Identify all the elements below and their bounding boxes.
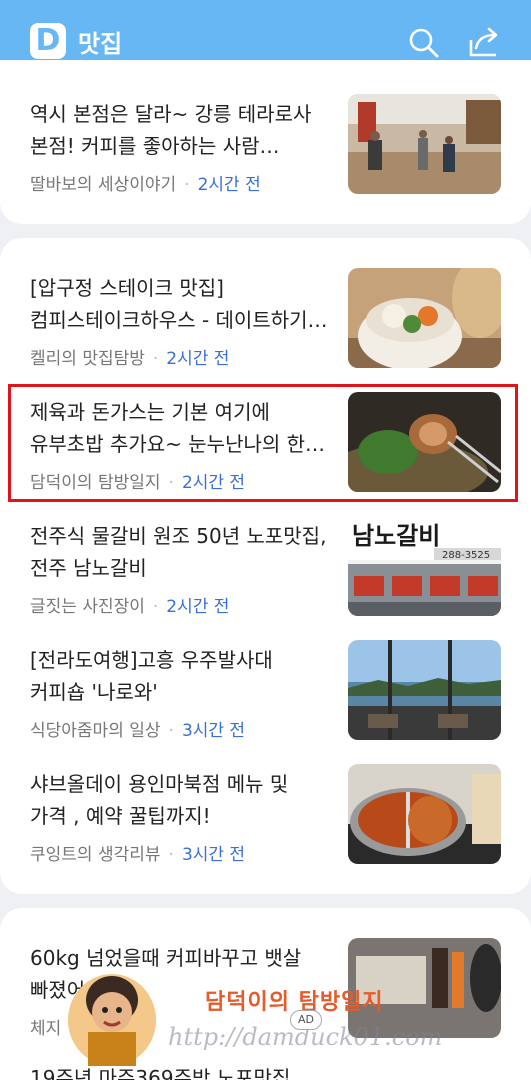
article-title[interactable]: [전라도여행]고흥 우주발사대 커피숍 '나로와' [30,644,330,708]
separator-dot: · [184,175,190,195]
separator-dot: · [152,349,159,369]
thumb-phone-text: 288-3525 [442,550,490,561]
list-item[interactable]: 샤브올데이 용인마북점 메뉴 및 가격 , 예약 꿀팁까지! 쿠잉트의 생각리뷰… [0,764,531,888]
article-meta: 켈리의 맛집탐방 · 2시간 전 [30,344,229,369]
article-meta: 체지 [30,1014,61,1039]
article-meta: 담덕이의 탐방일지 · 2시간 전 [30,468,245,493]
separator-dot: · [168,721,174,741]
thumb-sign-text: 남노갈비 [352,522,440,550]
separator-dot: · [152,597,159,617]
article-source: 딸바보의 세상이야기 [30,175,177,195]
article-title[interactable]: 샤브올데이 용인마북점 메뉴 및 가격 , 예약 꿀팁까지! [30,768,330,832]
article-time: 3시간 전 [181,845,246,865]
article-thumbnail[interactable] [348,764,501,864]
list-item[interactable]: 제육과 돈가스는 기본 여기에 유부초밥 추가요~ 눈누난나의 한… 담덕이의 … [0,392,531,516]
ad-badge[interactable]: AD [290,1010,322,1030]
article-time: 2시간 전 [166,597,230,617]
article-time: 2시간 전 [181,473,246,493]
avatar [68,974,156,1066]
article-thumbnail[interactable]: 남노갈비 288-3525 [348,516,501,616]
article-meta: 딸바보의 세상이야기 · 2시간 전 [30,170,261,195]
article-meta: 쿠잉트의 생각리뷰 · 3시간 전 [30,840,245,865]
article-time: 2시간 전 [166,349,230,369]
app-logo[interactable]: D [30,23,66,59]
article-source: 켈리의 맛집탐방 [30,349,145,369]
article-meta: 식당아줌마의 일상 · 3시간 전 [30,716,245,741]
list-item[interactable]: 전주식 물갈비 원조 50년 노포맛집,전주 남노갈비 글짓는 사진장이 · 2시간… [0,516,531,640]
share-icon[interactable] [466,25,500,59]
article-source: 담덕이의 탐방일지 [30,473,161,493]
article-title[interactable]: [압구정 스테이크 맛집] 컴피스테이크하우스 - 데이트하기 좋… [30,272,330,336]
article-title[interactable]: 제육과 돈가스는 기본 여기에 유부초밥 추가요~ 눈누난나의 한… [30,396,330,460]
news-card-1: 역시 본점은 달라~ 강릉 테라로사 본점! 커피를 좋아하는 사람… 딸바보의… [0,60,531,224]
news-card-2: [압구정 스테이크 맛집] 컴피스테이크하우스 - 데이트하기 좋… 켈리의 맛… [0,238,531,894]
article-thumbnail[interactable] [348,640,501,740]
article-source: 쿠잉트의 생각리뷰 [30,845,161,865]
article-thumbnail[interactable] [348,94,501,194]
article-source: 식당아줌마의 일상 [30,721,161,741]
list-item[interactable]: [전라도여행]고흥 우주발사대 커피숍 '나로와' 식당아줌마의 일상 · 3시간 … [0,640,531,764]
page-title: 맛집 [78,29,123,58]
article-source: 글짓는 사진장이 [30,597,145,617]
article-source: 체지 [30,1019,62,1039]
separator-dot: · [168,845,174,865]
article-title[interactable]: 역시 본점은 달라~ 강릉 테라로사 본점! 커피를 좋아하는 사람… [30,98,330,162]
list-item[interactable]: 역시 본점은 달라~ 강릉 테라로사 본점! 커피를 좋아하는 사람… 딸바보의… [0,94,531,218]
article-meta: 글짓는 사진장이 · 2시간 전 [30,592,229,617]
search-icon[interactable] [406,25,440,59]
article-title[interactable]: 전주식 물갈비 원조 50년 노포맛집,전주 남노갈비 [30,520,330,584]
article-time: 3시간 전 [181,721,246,741]
list-item[interactable]: [압구정 스테이크 맛집] 컴피스테이크하우스 - 데이트하기 좋… 켈리의 맛… [0,268,531,392]
separator-dot: · [168,473,174,493]
article-time: 2시간 전 [197,175,261,195]
article-thumbnail[interactable] [348,392,501,492]
article-thumbnail[interactable] [348,268,501,368]
